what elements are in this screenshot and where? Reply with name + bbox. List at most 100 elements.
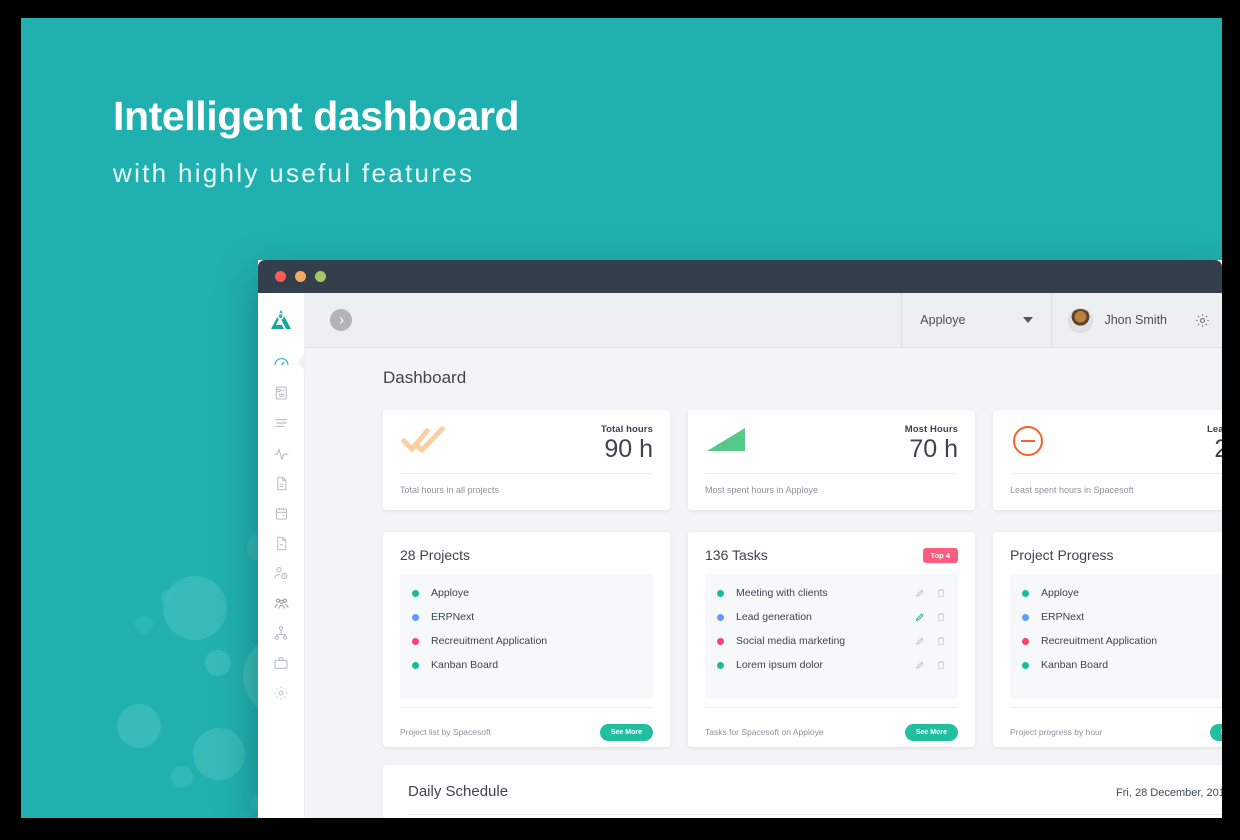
see-more-button[interactable]: See More [599,723,653,741]
page-title: Dashboard [383,368,467,387]
card-title: Project Progress [1010,547,1114,563]
project-name: Recreuitment Application [431,635,548,647]
double-check-icon [400,425,446,454]
sidebar-item-jobs[interactable] [258,648,305,678]
stat-value: 20 h [1214,435,1222,463]
apploye-logo[interactable] [268,293,294,348]
trash-icon[interactable] [936,660,946,670]
sidebar-item-timesheet[interactable] [258,408,305,438]
stat-value: 70 h [909,435,958,463]
project-name: Kanban Board [1041,659,1109,671]
task-name: Meeting with clients [736,587,828,599]
sidebar-item-settings[interactable] [258,678,305,708]
minimize-button[interactable] [295,271,306,282]
organization-name: Apploye [920,313,966,327]
trash-icon[interactable] [936,588,946,598]
stat-cards-row: Total hours 90 h Total hours in all proj… [305,388,1222,510]
close-button[interactable] [275,271,286,282]
list-item[interactable]: ERPNext 70h [1022,605,1222,629]
user-menu[interactable]: Jhon Smith [1051,293,1183,347]
stat-card-total-hours: Total hours 90 h Total hours in all proj… [383,410,670,510]
project-name: Recreuitment Application [1041,635,1158,647]
card-footnote: Tasks for Spacesoft on Apploye [705,727,824,737]
status-dot [1022,637,1029,645]
project-name: Apploye [431,587,469,599]
trash-icon[interactable] [936,612,946,622]
tasks-card: 136 Tasks Top 4 Meeting with clients Lea… [688,532,975,747]
project-name: Apploye [1041,587,1079,599]
sidebar-item-activity[interactable] [258,438,305,468]
sidebar-item-dashboard[interactable] [258,348,306,378]
pencil-icon[interactable] [915,588,925,598]
growth-triangle-icon [707,428,745,451]
stat-footnote: Total hours in all projects [400,473,653,495]
status-dot [412,661,419,669]
task-name: Social media marketing [736,635,846,647]
sidebar-collapse-button[interactable] [330,309,352,331]
minus-circle-icon [1013,426,1043,456]
list-item[interactable]: Lead generation [717,605,946,629]
stat-footnote: Most spent hours in Apploye [705,473,958,495]
project-name: ERPNext [1041,611,1085,623]
window-body: Apploye Jhon Smith Dashboard Total hours… [258,293,1222,818]
schedule-axis: People 12123456789101112123456789101112 [408,814,1222,818]
see-more-button[interactable]: See More [904,723,958,741]
status-dot [1022,589,1029,597]
status-dot [412,613,419,621]
pencil-icon[interactable] [915,636,925,646]
sidebar-item-calendar[interactable] [258,498,305,528]
list-item[interactable]: Kanban Board 45h [1022,653,1222,677]
sidebar-item-team[interactable] [258,588,305,618]
chevron-right-icon [339,316,344,324]
stat-label: Most Hours [904,424,958,435]
card-footnote: Project list by Spacesoft [400,727,491,737]
schedule-date: Fri, 28 December, 2018 [1116,787,1222,799]
pencil-icon[interactable] [915,660,925,670]
page-headline: Intelligent dashboard [113,93,520,139]
user-name: Jhon Smith [1104,313,1167,327]
trash-icon[interactable] [936,636,946,646]
status-dot [717,613,724,621]
status-dot [717,637,724,645]
sidebar-item-attendance[interactable] [258,558,305,588]
list-item[interactable]: Recreuitment Application [412,629,641,653]
list-item[interactable]: Meeting with clients [717,581,946,605]
list-item[interactable]: Lorem ipsum dolor [717,653,946,677]
see-more-button[interactable]: See More [1209,723,1222,741]
stat-label: Total hours [600,424,653,435]
status-dot [1022,613,1029,621]
status-dot [717,661,724,669]
stat-footnote: Least spent hours in Spacesoft [1010,473,1222,495]
organization-selector[interactable]: Apploye [901,293,1051,347]
card-title: Daily Schedule [408,783,509,800]
list-item[interactable]: Apploye [412,581,641,605]
sidebar-item-reports[interactable] [258,468,305,498]
list-item[interactable]: Apploye 50h [1022,581,1222,605]
list-cards-row: 28 Projects Apploye ERPNext Recreuitment… [305,510,1222,747]
list-item[interactable]: ERPNext [412,605,641,629]
sidebar-item-files[interactable] [258,528,305,558]
settings-button[interactable] [1183,293,1222,347]
status-dot [412,589,419,597]
list-item[interactable]: Recreuitment Application 33h [1022,629,1222,653]
maximize-button[interactable] [315,271,326,282]
card-footnote: Project progress by hour [1010,727,1103,737]
app-window: Apploye Jhon Smith Dashboard Total hours… [258,260,1222,818]
task-name: Lead generation [736,611,812,623]
list-item[interactable]: Kanban Board [412,653,641,677]
screenshot-root: Intelligent dashboard with highly useful… [0,0,1240,840]
project-name: ERPNext [431,611,475,623]
window-titlebar [258,260,1222,293]
projects-card: 28 Projects Apploye ERPNext Recreuitment… [383,532,670,747]
tasks-list: Meeting with clients Lead generation Soc… [705,574,958,699]
status-dot [717,589,724,597]
daily-schedule-card: Daily Schedule Fri, 28 December, 2018 Pe… [383,765,1222,818]
card-title: 28 Projects [400,547,471,563]
sidebar-item-notes[interactable] [258,378,305,408]
main-area: Apploye Jhon Smith Dashboard Total hours… [305,293,1222,818]
sidebar-item-organization[interactable] [258,618,305,648]
stat-card-most-hours: Most Hours 70 h Most spent hours in Appl… [688,410,975,510]
pencil-icon[interactable] [915,612,925,622]
list-item[interactable]: Social media marketing [717,629,946,653]
stat-label: Least Hours [1206,424,1222,435]
